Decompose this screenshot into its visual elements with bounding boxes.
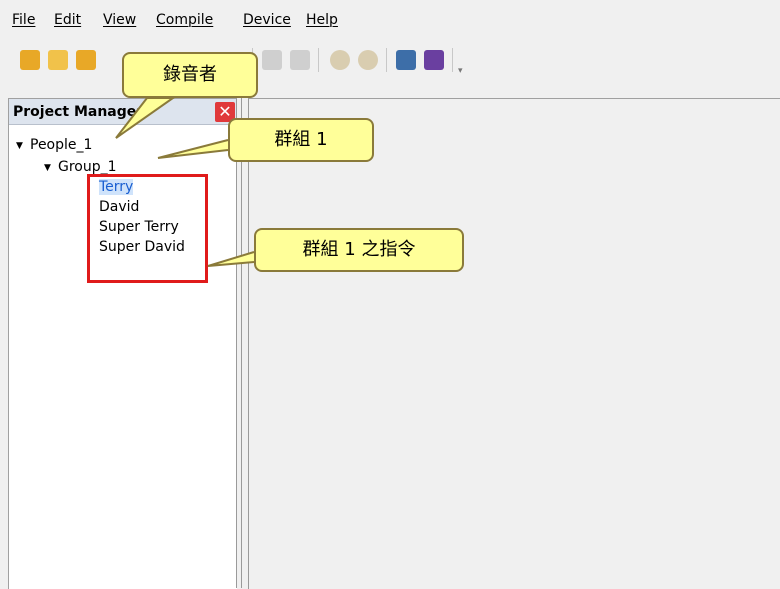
menu-device[interactable]: Device bbox=[243, 12, 291, 28]
zoom-in-icon[interactable] bbox=[330, 50, 350, 70]
expand-arrow-icon[interactable]: ▼ bbox=[16, 137, 30, 155]
panel-title: Project Manager ✕ bbox=[9, 99, 237, 125]
project-manager-panel: Project Manager ✕ bbox=[8, 98, 237, 589]
redo-icon[interactable] bbox=[290, 50, 310, 70]
zoom-out-icon[interactable] bbox=[358, 50, 378, 70]
new-project-icon[interactable] bbox=[20, 50, 40, 70]
panel-splitter[interactable] bbox=[236, 98, 242, 588]
undo-icon[interactable] bbox=[262, 50, 282, 70]
recorder-callout: 錄音者 bbox=[122, 52, 258, 98]
menu-compile[interactable]: Compile bbox=[156, 12, 213, 28]
menu-edit[interactable]: Edit bbox=[54, 12, 81, 28]
toolbar-separator bbox=[318, 48, 319, 72]
menu-file[interactable]: File bbox=[12, 12, 35, 28]
toolbar-separator bbox=[452, 48, 453, 72]
toolbar-overflow-icon[interactable]: ▾ bbox=[458, 66, 463, 76]
spectrum-icon[interactable] bbox=[424, 50, 444, 70]
waveform-icon[interactable] bbox=[396, 50, 416, 70]
toolbar-separator bbox=[386, 48, 387, 72]
commands-highlight-box bbox=[87, 174, 208, 283]
menu-help[interactable]: Help bbox=[306, 12, 338, 28]
main-workspace bbox=[248, 98, 780, 589]
expand-arrow-icon[interactable]: ▼ bbox=[44, 159, 58, 177]
save-icon[interactable] bbox=[76, 50, 96, 70]
open-folder-icon[interactable] bbox=[48, 50, 68, 70]
tree-group-label: Group_1 bbox=[58, 159, 117, 175]
group-commands-callout: 群組 1 之指令 bbox=[254, 228, 464, 272]
menu-bar: File Edit View Compile Device Help bbox=[0, 0, 780, 34]
panel-title-text: Project Manager bbox=[13, 104, 144, 120]
group-callout: 群組 1 bbox=[228, 118, 374, 162]
tree-root-people[interactable]: ▼ People_1 bbox=[16, 136, 92, 155]
toolbar: ▾ bbox=[12, 40, 532, 80]
menu-view[interactable]: View bbox=[103, 12, 136, 28]
tree-root-label: People_1 bbox=[30, 137, 93, 153]
